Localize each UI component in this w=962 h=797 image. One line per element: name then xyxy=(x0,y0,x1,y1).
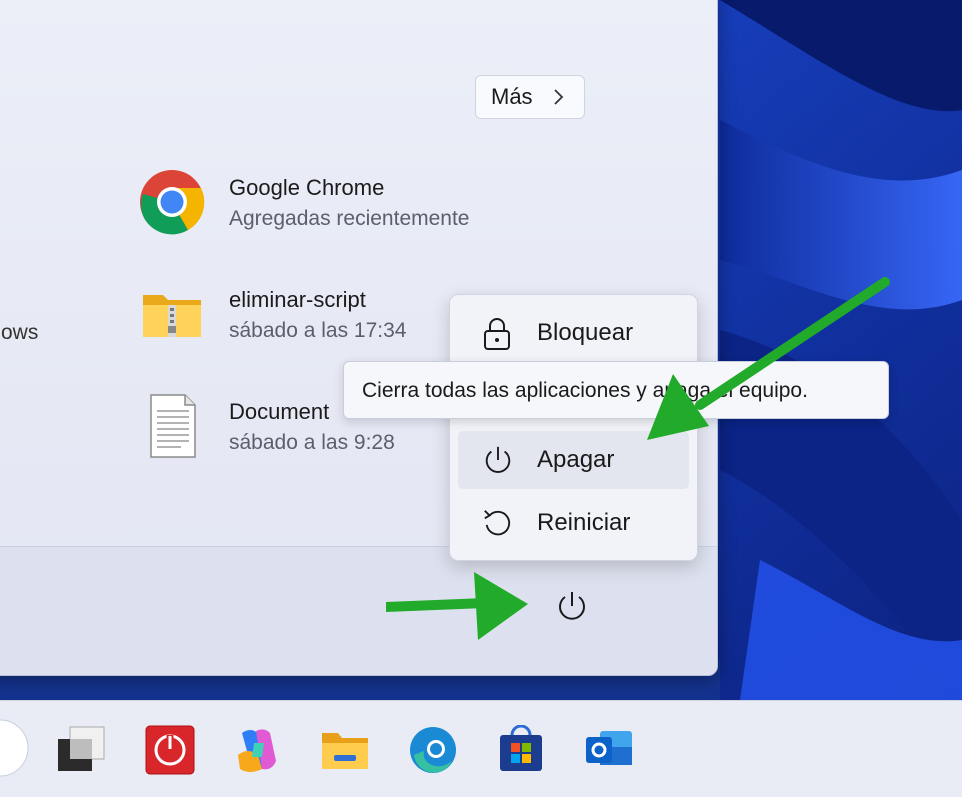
power-menu-shutdown[interactable]: Apagar xyxy=(458,431,689,489)
task-view-icon[interactable] xyxy=(56,725,106,775)
lock-icon xyxy=(484,318,510,350)
power-app-icon[interactable] xyxy=(145,725,195,775)
power-menu-label: Reiniciar xyxy=(537,509,631,536)
power-icon xyxy=(485,446,511,473)
recommended-subtitle: Agregadas recientemente xyxy=(229,207,470,230)
power-menu-restart[interactable]: Reiniciar xyxy=(458,494,689,552)
chrome-icon xyxy=(140,170,205,235)
recommended-title: eliminar-script xyxy=(229,287,366,312)
chevron-right-icon xyxy=(554,89,564,105)
power-menu-lock[interactable]: Bloquear xyxy=(458,304,689,362)
restart-icon xyxy=(484,510,511,536)
partial-label: ows xyxy=(1,321,39,344)
recommended-subtitle: sábado a las 17:34 xyxy=(229,319,407,342)
power-button[interactable] xyxy=(544,578,600,634)
power-menu-label: Bloquear xyxy=(537,319,634,346)
copilot-icon[interactable] xyxy=(232,725,282,775)
text-document-icon xyxy=(150,394,196,458)
recommended-title: Google Chrome xyxy=(229,175,385,200)
edge-icon[interactable] xyxy=(408,725,458,775)
more-label: Más xyxy=(491,84,533,109)
recommended-title: Document xyxy=(229,399,330,424)
zip-folder-icon xyxy=(143,295,201,337)
recommended-subtitle: sábado a las 9:28 xyxy=(229,431,395,454)
power-menu-label: Apagar xyxy=(537,446,615,473)
shutdown-tooltip: Cierra todas las aplicaciones y apaga el… xyxy=(343,361,889,419)
more-button[interactable]: Más xyxy=(475,75,585,119)
file-explorer-icon[interactable] xyxy=(320,725,370,775)
outlook-icon[interactable] xyxy=(584,725,634,775)
power-menu: Bloquear Apagar Reiniciar xyxy=(449,294,698,561)
taskbar xyxy=(0,700,962,797)
microsoft-store-icon[interactable] xyxy=(496,725,546,775)
start-menu-footer xyxy=(0,546,717,675)
recommended-item-chrome[interactable]: Google Chrome Agregadas recientemente xyxy=(139,169,559,239)
power-icon xyxy=(559,592,585,620)
search-icon[interactable] xyxy=(0,716,34,780)
